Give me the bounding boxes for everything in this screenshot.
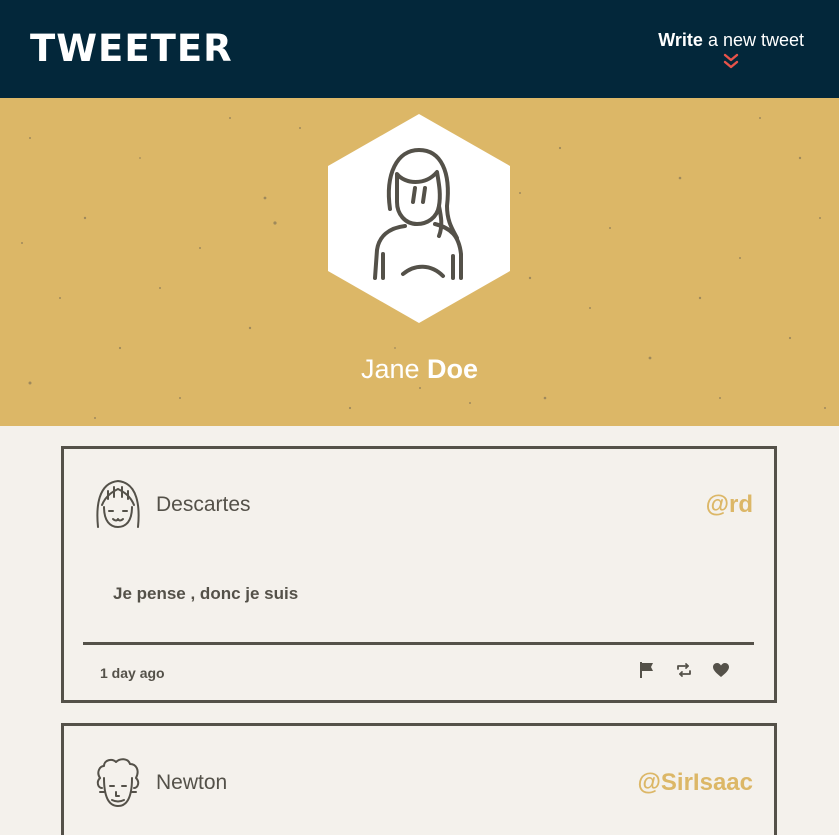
- top-nav: TWEETER Write a new tweet: [0, 0, 839, 98]
- tweet-divider: [83, 642, 754, 645]
- tweet-content: Je pense , donc je suis: [113, 584, 299, 603]
- tweet-timestamp: 1 day ago: [100, 665, 165, 681]
- tweet-author-name[interactable]: Descartes: [156, 492, 251, 518]
- retweet-icon[interactable]: [675, 661, 693, 679]
- last-name: Doe: [427, 354, 479, 384]
- flag-icon[interactable]: [638, 661, 656, 679]
- profile-header: Jane Doe: [0, 98, 839, 426]
- compose-toggle[interactable]: Write a new tweet: [658, 30, 804, 69]
- profile-avatar: [328, 114, 510, 323]
- brand-logo[interactable]: TWEETER: [30, 27, 233, 71]
- tweet-author-handle[interactable]: @SirIsaac: [638, 769, 753, 797]
- bangs-avatar-icon: [96, 480, 140, 528]
- curly-hair-avatar-icon: [96, 758, 140, 807]
- profile-name: Jane Doe: [0, 353, 839, 385]
- compose-label-bold: Write: [658, 30, 703, 50]
- first-name: Jane: [360, 354, 420, 384]
- compose-label-rest: a new tweet: [702, 30, 804, 50]
- tweet-author-name[interactable]: Newton: [156, 770, 227, 796]
- heart-icon[interactable]: [712, 661, 730, 679]
- tweet-card: Newton @SirIsaac: [61, 723, 777, 835]
- tweet-card: Descartes @rd Je pense , donc je suis 1 …: [61, 446, 777, 703]
- tweet-author-handle[interactable]: @rd: [706, 491, 753, 519]
- tweet-actions: [619, 661, 730, 679]
- double-chevron-down-icon[interactable]: [722, 53, 740, 69]
